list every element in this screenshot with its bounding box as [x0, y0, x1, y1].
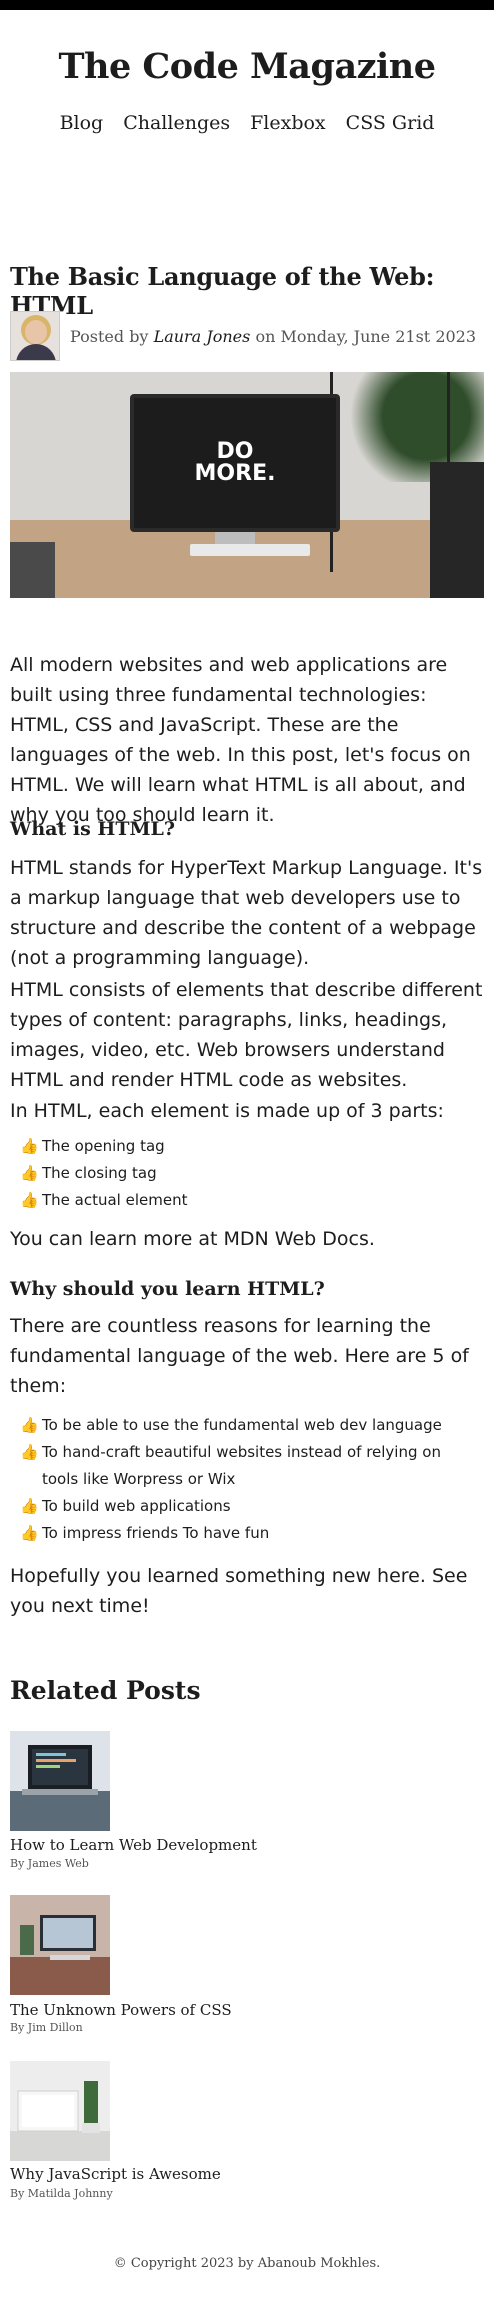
monitor-graphic: DO MORE.: [130, 394, 340, 532]
hero-image: DO MORE.: [10, 372, 484, 598]
section-heading-why: Why should you learn HTML?: [10, 1278, 325, 1300]
list-item: 👍 To be able to use the fundamental web d…: [20, 1412, 480, 1439]
nav-flexbox[interactable]: Flexbox: [250, 112, 326, 134]
related-post-title[interactable]: Why JavaScript is Awesome: [10, 2165, 221, 2183]
author-avatar: [10, 311, 60, 361]
list-item: 👍 The actual element: [20, 1187, 480, 1214]
nav-css-grid[interactable]: CSS Grid: [346, 112, 435, 134]
section-heading-what: What is HTML?: [10, 818, 175, 840]
section1-p2: HTML consists of elements that describe …: [10, 979, 483, 1091]
section1-p3: In HTML, each element is made up of 3 pa…: [10, 1100, 444, 1122]
related-posts-heading: Related Posts: [10, 1676, 201, 1705]
nav-challenges[interactable]: Challenges: [123, 112, 230, 134]
mdn-link[interactable]: MDN Web Docs.: [224, 1228, 375, 1250]
outro-paragraph: Hopefully you learned something new here…: [10, 1565, 468, 1617]
nav-blog[interactable]: Blog: [60, 112, 104, 134]
section2-p1: There are countless reasons for learning…: [10, 1315, 469, 1397]
thumbs-up-icon: 👍: [20, 1137, 39, 1155]
list-item: 👍 The opening tag: [20, 1133, 480, 1160]
author-name: Laura Jones: [153, 326, 251, 346]
related-post-author: By Jim Dillon: [10, 2021, 83, 2034]
reasons-list: 👍 To be able to use the fundamental web d…: [20, 1412, 480, 1547]
post-meta: Posted by Laura Jones on Monday, June 21…: [70, 327, 476, 346]
top-border: [0, 0, 494, 10]
list-item: 👍 To impress friends To have fun: [20, 1520, 480, 1547]
thumbs-up-icon: 👍: [20, 1416, 39, 1434]
thumbs-up-icon: 👍: [20, 1191, 39, 1209]
thumbs-up-icon: 👍: [20, 1497, 39, 1515]
related-post-image[interactable]: [10, 1731, 110, 1831]
list-item: 👍 To hand-craft beautiful websites instea…: [20, 1439, 480, 1493]
hero-text-line2: MORE.: [194, 461, 276, 486]
site-title: The Code Magazine: [58, 46, 436, 87]
post-date: on Monday, June 21st 2023: [255, 326, 477, 346]
author-row: Posted by Laura Jones on Monday, June 21…: [10, 311, 476, 361]
related-post-title[interactable]: How to Learn Web Development: [10, 1836, 257, 1854]
related-post-image[interactable]: [10, 1895, 110, 1995]
thumbs-up-icon: 👍: [20, 1443, 39, 1461]
related-post-title[interactable]: The Unknown Powers of CSS: [10, 2001, 232, 2019]
parts-list: 👍 The opening tag 👍 The closing tag 👍 The a…: [20, 1133, 480, 1214]
posted-by-label: Posted by: [70, 326, 149, 346]
learn-more-line: You can learn more at MDN Web Docs.: [10, 1228, 375, 1250]
list-item: 👍 To build web applications: [20, 1493, 480, 1520]
intro-paragraph: All modern websites and web applications…: [10, 654, 471, 826]
thumbs-up-icon: 👍: [20, 1164, 39, 1182]
thumbs-up-icon: 👍: [20, 1524, 39, 1542]
main-nav: Blog Challenges Flexbox CSS Grid: [0, 112, 494, 134]
related-post-image[interactable]: [10, 2061, 110, 2161]
section1-p1: HTML stands for HyperText Markup Languag…: [10, 857, 483, 969]
footer-copyright: © Copyright 2023 by Abanoub Mokhles.: [113, 2256, 381, 2271]
related-post-author: By James Web: [10, 1857, 89, 1870]
related-post-author: By Matilda Johnny: [10, 2187, 113, 2200]
list-item: 👍 The closing tag: [20, 1160, 480, 1187]
